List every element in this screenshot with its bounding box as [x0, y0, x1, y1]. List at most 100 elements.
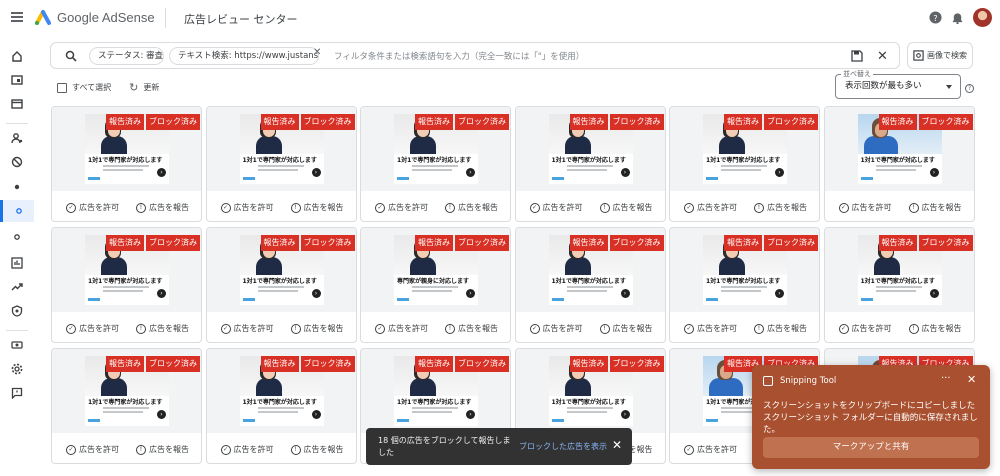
- report-ad-button[interactable]: !広告を報告: [136, 202, 189, 213]
- ad-preview[interactable]: 1対1で専門家が対応します › 報告済みブロック済み: [515, 228, 665, 312]
- ad-card[interactable]: 1対1で専門家が対応します›報告済みブロック済み ✓広告を許可 !広告を報告: [823, 106, 975, 222]
- report-ad-button[interactable]: !広告を報告: [445, 323, 498, 334]
- ad-card[interactable]: 1対1で専門家が対応します›報告済みブロック済み ✓広告を許可 !広告を報告: [51, 348, 202, 464]
- report-ad-button[interactable]: !広告を報告: [908, 323, 962, 334]
- allow-ad-button[interactable]: ✓広告を許可: [529, 202, 583, 213]
- allow-ad-button[interactable]: ✓広告を許可: [684, 444, 737, 455]
- ad-card[interactable]: 1対1で専門家が対応します›報告済みブロック済み ✓広告を許可 !広告を報告: [205, 348, 357, 464]
- report-ad-button[interactable]: !広告を報告: [599, 202, 653, 213]
- ad-preview[interactable]: 専門家が親身に対応します › 報告済み ブロック済み: [361, 228, 510, 312]
- filter-chip-status[interactable]: ステータス: 審査前: [89, 47, 164, 65]
- report-ad-button[interactable]: !広告を報告: [290, 444, 344, 455]
- settings-icon[interactable]: [0, 358, 34, 380]
- ad-card[interactable]: 1対1で専門家が対応します›報告済みブロック済み ✓広告を許可 !広告を報告: [205, 106, 357, 222]
- ad-preview[interactable]: 1対1で専門家が対応します › 報告済みブロック済み: [52, 228, 201, 312]
- ad-card[interactable]: 1対1で専門家が対応します›報告済みブロック済み ✓広告を許可 !広告を報告: [669, 106, 820, 222]
- sort-help-icon[interactable]: ?: [965, 84, 974, 93]
- save-icon[interactable]: [851, 50, 863, 62]
- feedback-icon[interactable]: [0, 382, 34, 404]
- sites-icon[interactable]: [0, 69, 34, 91]
- ad-preview[interactable]: 1対1で専門家が対応します › 報告済みブロック済み: [670, 107, 819, 191]
- ad-preview[interactable]: 1対1で専門家が対応します › 報告済みブロック済み: [361, 349, 510, 433]
- avatar[interactable]: [973, 8, 992, 27]
- allow-ad-button[interactable]: ✓広告を許可: [375, 323, 428, 334]
- report-ad-button[interactable]: !広告を報告: [754, 323, 807, 334]
- ad-card[interactable]: 専門家が親身に対応します › 報告済み ブロック済み ✓ 広告を許可 ! 広告を報告: [360, 227, 511, 343]
- view-blocked-ads-link[interactable]: ブロックした広告を表示: [519, 441, 607, 452]
- ad-card[interactable]: 1対1で専門家が対応します›報告済みブロック済み ✓広告を許可 !広告を報告: [514, 106, 666, 222]
- dot-active-icon[interactable]: [0, 200, 34, 222]
- ad-card[interactable]: 1対1で専門家が対応します›報告済みブロック済み ✓広告を許可 !広告を報告: [360, 106, 511, 222]
- select-all-label[interactable]: すべて選択: [72, 82, 111, 93]
- close-icon[interactable]: ✕: [967, 373, 976, 386]
- ad-preview[interactable]: 1対1で専門家が対応します › 報告済みブロック済み: [52, 107, 201, 191]
- reports-icon[interactable]: [0, 252, 34, 274]
- ad-preview[interactable]: 1対1で専門家が対応します › 報告済みブロック済み: [52, 349, 201, 433]
- account-icon[interactable]: [0, 127, 34, 149]
- report-ad-button[interactable]: !広告を報告: [136, 444, 189, 455]
- report-ad-button[interactable]: !広告を報告: [136, 323, 189, 334]
- blocked-badge: ブロック済み: [609, 235, 664, 251]
- allow-ad-button[interactable]: ✓広告を許可: [66, 444, 119, 455]
- ad-preview[interactable]: 1対1で専門家が対応します › 報告済みブロック済み: [206, 349, 356, 433]
- allow-ad-button[interactable]: ✓広告を許可: [220, 323, 274, 334]
- home-icon[interactable]: [0, 45, 34, 67]
- filter-input[interactable]: フィルタ条件または検索語句を入力（完全一致には「"」を使用）: [334, 50, 584, 62]
- block-icon[interactable]: [0, 151, 34, 173]
- ad-preview[interactable]: 1対1で専門家が対応します › 報告済みブロック済み: [206, 107, 356, 191]
- dot-icon[interactable]: [0, 176, 34, 198]
- report-ad-button[interactable]: !広告を報告: [908, 202, 962, 213]
- ad-preview[interactable]: 1対1で専門家が対応します › 報告済みブロック済み: [670, 228, 819, 312]
- ad-preview[interactable]: 1対1で専門家が対応します › 報告済みブロック済み: [824, 107, 974, 191]
- allow-ad-button[interactable]: ✓広告を許可: [684, 202, 737, 213]
- menu-icon[interactable]: [11, 12, 23, 22]
- allow-ad-button[interactable]: ✓広告を許可: [375, 202, 428, 213]
- ad-preview[interactable]: 1対1で専門家が対応します › 報告済みブロック済み: [515, 107, 665, 191]
- check-circle-icon: ✓: [529, 202, 540, 213]
- ad-preview[interactable]: 1対1で専門家が対応します › 報告済みブロック済み: [824, 228, 974, 312]
- allow-ad-button[interactable]: ✓広告を許可: [838, 202, 892, 213]
- dot-outline-icon[interactable]: [0, 226, 34, 248]
- allow-ad-button[interactable]: ✓広告を許可: [838, 323, 892, 334]
- clear-filter-icon[interactable]: ✕: [877, 49, 888, 64]
- trending-icon[interactable]: [0, 276, 34, 298]
- markup-share-button[interactable]: マークアップと共有: [763, 437, 979, 458]
- ads-icon[interactable]: [0, 93, 34, 115]
- allow-ad-button[interactable]: ✓広告を許可: [529, 323, 583, 334]
- allow-ad-button[interactable]: ✓広告を許可: [66, 202, 119, 213]
- more-options-icon[interactable]: ···: [941, 373, 951, 384]
- notifications-icon[interactable]: [951, 11, 964, 24]
- allow-ad-button[interactable]: ✓広告を許可: [66, 323, 119, 334]
- ad-card[interactable]: 1対1で専門家が対応します›報告済みブロック済み ✓広告を許可 !広告を報告: [669, 227, 820, 343]
- report-ad-button[interactable]: !広告を報告: [290, 323, 344, 334]
- ad-card[interactable]: 1対1で専門家が対応します›報告済みブロック済み ✓広告を許可 !広告を報告: [51, 106, 202, 222]
- search-icon[interactable]: [65, 50, 77, 62]
- select-all-checkbox[interactable]: [57, 82, 67, 93]
- help-icon[interactable]: ?: [929, 11, 942, 24]
- ad-person: [719, 136, 745, 154]
- allow-ad-button[interactable]: ✓広告を許可: [220, 444, 274, 455]
- allow-ad-button[interactable]: ✓広告を許可: [220, 202, 274, 213]
- allow-ad-button[interactable]: ✓広告を許可: [684, 323, 737, 334]
- report-ad-button[interactable]: !広告を報告: [445, 202, 498, 213]
- report-ad-button[interactable]: !広告を報告: [599, 323, 653, 334]
- refresh-label[interactable]: 更新: [143, 82, 159, 93]
- refresh-icon[interactable]: ↻: [129, 81, 138, 94]
- ad-card[interactable]: 1対1で専門家が対応します›報告済みブロック済み ✓広告を許可 !広告を報告: [51, 227, 202, 343]
- allow-ad-label: 広告を許可: [851, 324, 892, 333]
- ad-card[interactable]: 1対1で専門家が対応します›報告済みブロック済み ✓広告を許可 !広告を報告: [823, 227, 975, 343]
- nav-divider: [6, 330, 28, 331]
- report-ad-button[interactable]: !広告を報告: [754, 202, 807, 213]
- report-ad-button[interactable]: !広告を報告: [290, 202, 344, 213]
- ad-card[interactable]: 1対1で専門家が対応します›報告済みブロック済み ✓広告を許可 !広告を報告: [205, 227, 357, 343]
- ad-preview[interactable]: 1対1で専門家が対応します › 報告済みブロック済み: [361, 107, 510, 191]
- image-search-button[interactable]: 画像で検索: [907, 42, 973, 69]
- ad-preview[interactable]: 1対1で専門家が対応します › 報告済みブロック済み: [515, 349, 665, 433]
- policy-icon[interactable]: [0, 300, 34, 322]
- remove-chip-icon[interactable]: ✕: [313, 47, 321, 58]
- payments-icon[interactable]: [0, 334, 34, 356]
- ad-card[interactable]: 1対1で専門家が対応します›報告済みブロック済み ✓広告を許可 !広告を報告: [514, 227, 666, 343]
- filter-chip-text[interactable]: テキスト検索: https://www.justanswer.j...: [169, 47, 319, 65]
- ad-preview[interactable]: 1対1で専門家が対応します › 報告済みブロック済み: [206, 228, 356, 312]
- close-icon[interactable]: ✕: [612, 438, 622, 452]
